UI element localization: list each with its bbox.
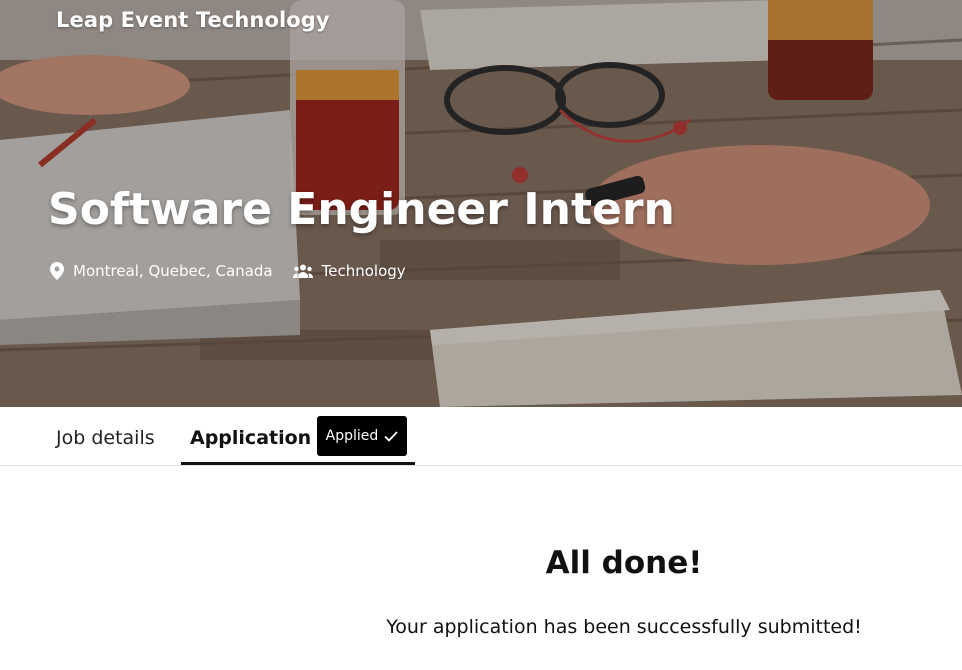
company-name[interactable]: Leap Event Technology (56, 8, 330, 32)
department-info: Technology (292, 262, 406, 280)
map-pin-icon (50, 262, 64, 280)
tab-bar: Job details Application Applied (0, 407, 962, 466)
hero-banner: Leap Event Technology Software Engineer … (0, 0, 962, 407)
applied-badge: Applied (317, 416, 407, 456)
check-icon (384, 430, 398, 442)
tab-job-details[interactable]: Job details (56, 407, 155, 465)
people-icon (292, 264, 313, 278)
job-title: Software Engineer Intern (48, 184, 675, 235)
location-info: Montreal, Quebec, Canada (50, 262, 273, 280)
job-meta: Montreal, Quebec, Canada Technology (50, 262, 426, 280)
active-tab-indicator (181, 462, 415, 465)
location-label: Montreal, Quebec, Canada (73, 262, 273, 280)
confirmation-message: Your application has been successfully s… (386, 616, 862, 638)
confirmation-heading: All done! (545, 545, 703, 581)
tab-application[interactable]: Application (190, 407, 311, 465)
applied-badge-label: Applied (325, 428, 379, 444)
department-label: Technology (321, 262, 406, 280)
